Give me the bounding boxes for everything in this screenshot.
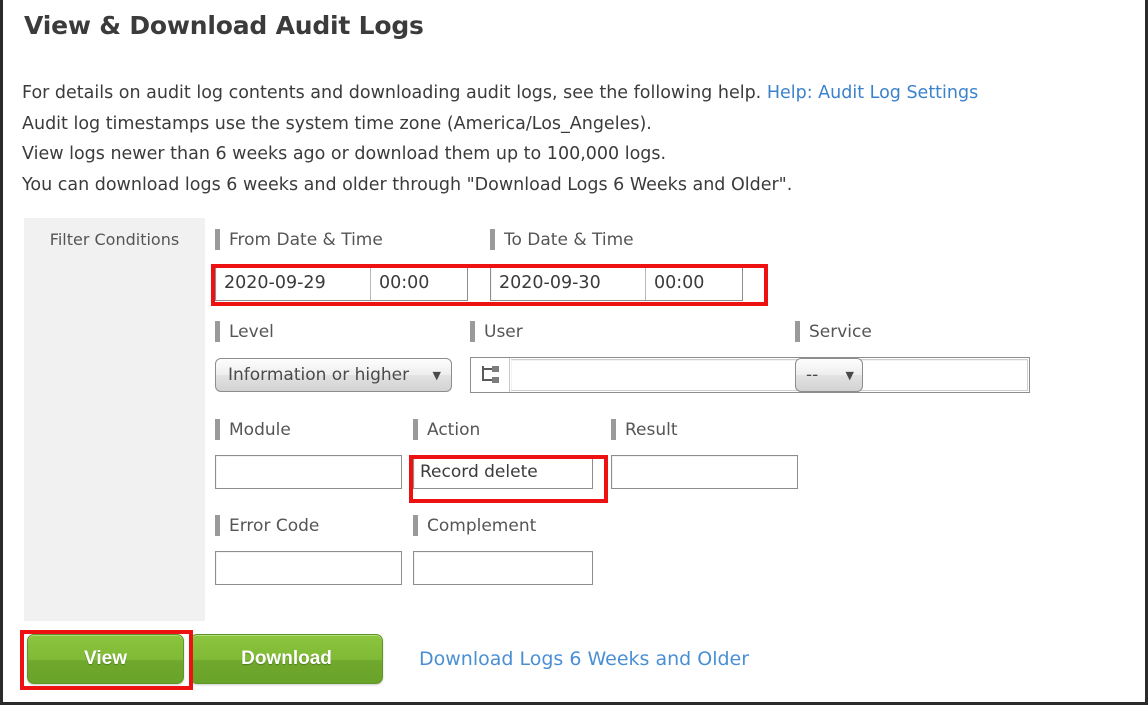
label-marker-icon xyxy=(215,321,220,342)
complement-input[interactable] xyxy=(413,551,593,585)
service-label: Service xyxy=(795,318,872,345)
label-marker-icon xyxy=(215,515,220,536)
description-block: For details on audit log contents and do… xyxy=(22,78,1132,200)
user-field-group xyxy=(470,357,1030,393)
from-datetime-label: From Date & Time xyxy=(215,226,468,253)
from-time-input[interactable] xyxy=(371,266,467,300)
action-button-bar: View Download Download Logs 6 Weeks and … xyxy=(27,634,749,684)
label-marker-icon xyxy=(413,419,418,440)
action-label: Action xyxy=(413,416,593,443)
complement-label: Complement xyxy=(413,512,593,539)
help-audit-log-settings-link[interactable]: Help: Audit Log Settings xyxy=(767,83,978,103)
module-label: Module xyxy=(215,416,402,443)
level-select-value: Information or higher xyxy=(228,365,410,385)
row-datetime: From Date & Time To Date & Time xyxy=(215,226,1125,302)
row-module-action-result: Module Action Result xyxy=(215,402,1125,498)
download-older-logs-link[interactable]: Download Logs 6 Weeks and Older xyxy=(419,648,749,670)
to-time-input[interactable] xyxy=(646,266,742,300)
chevron-down-icon: ▼ xyxy=(845,368,854,382)
to-datetime-label: To Date & Time xyxy=(490,226,743,253)
label-marker-icon xyxy=(795,321,800,342)
label-marker-icon xyxy=(215,229,220,250)
row-level-user-service: Level Information or higher ▼ User Servi… xyxy=(215,302,1125,402)
result-label: Result xyxy=(611,416,798,443)
label-marker-icon xyxy=(413,515,418,536)
page-frame: View & Download Audit Logs For details o… xyxy=(0,0,1148,705)
view-button[interactable]: View xyxy=(27,634,184,684)
service-select[interactable]: -- ▼ xyxy=(795,358,863,392)
org-tree-picker-icon[interactable] xyxy=(471,358,510,392)
result-input[interactable] xyxy=(611,455,798,489)
module-input[interactable] xyxy=(215,455,402,489)
level-label: Level xyxy=(215,318,452,345)
from-datetime-group xyxy=(215,265,468,301)
row-errorcode-complement: Error Code Complement xyxy=(215,498,1125,588)
filter-form: From Date & Time To Date & Time xyxy=(215,226,1125,588)
level-select[interactable]: Information or higher ▼ xyxy=(215,358,452,392)
description-text-1: For details on audit log contents and do… xyxy=(22,83,767,103)
service-select-value: -- xyxy=(806,365,819,385)
description-line-1: For details on audit log contents and do… xyxy=(22,78,1132,109)
label-marker-icon xyxy=(215,419,220,440)
filter-conditions-panel: Filter Conditions xyxy=(24,218,205,621)
error-code-label: Error Code xyxy=(215,512,402,539)
to-datetime-group xyxy=(490,265,743,301)
user-input[interactable] xyxy=(511,359,1028,391)
label-marker-icon xyxy=(490,229,495,250)
description-line-2: Audit log timestamps use the system time… xyxy=(22,113,652,134)
error-code-input[interactable] xyxy=(215,551,402,585)
from-date-input[interactable] xyxy=(216,266,371,300)
label-marker-icon xyxy=(611,419,616,440)
description-line-3: View logs newer than 6 weeks ago or down… xyxy=(22,144,667,164)
action-input[interactable] xyxy=(413,455,593,489)
label-marker-icon xyxy=(470,321,475,342)
description-line-4: You can download logs 6 weeks and older … xyxy=(22,174,793,195)
filter-conditions-title: Filter Conditions xyxy=(49,230,180,249)
download-button[interactable]: Download xyxy=(190,634,383,684)
chevron-down-icon: ▼ xyxy=(432,368,441,382)
page-title: View & Download Audit Logs xyxy=(24,11,424,40)
to-date-input[interactable] xyxy=(491,266,646,300)
user-label: User xyxy=(470,318,1030,345)
